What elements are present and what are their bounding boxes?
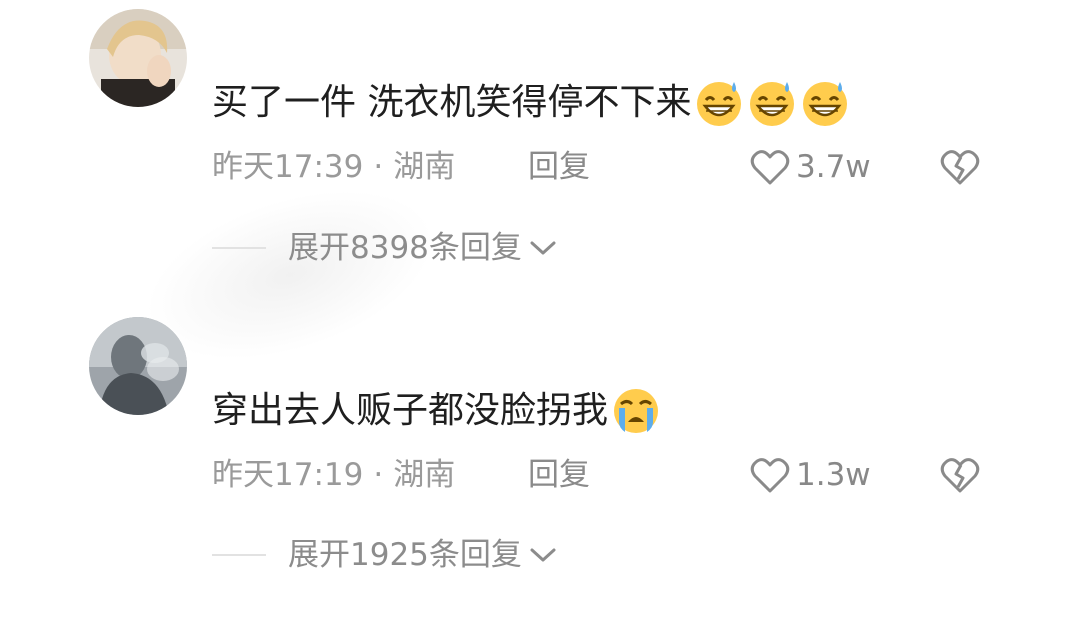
expand-divider [212, 247, 266, 249]
comment-time: 昨天17:19 [212, 457, 364, 493]
like-button[interactable]: 3.7w [750, 147, 871, 187]
avatar-photo-icon [89, 317, 187, 415]
reply-button[interactable]: 回复 [528, 455, 590, 495]
avatar-photo-icon [89, 9, 187, 107]
comment-time: 昨天17:39 [212, 149, 364, 185]
broken-heart-icon [940, 150, 980, 185]
comment-text: 买了一件 洗衣机笑得停不下来 [212, 78, 850, 128]
chevron-down-icon [530, 241, 556, 255]
comment-meta: 昨天17:39 · 湖南 [212, 147, 455, 187]
comment-meta: 昨天17:19 · 湖南 [212, 455, 455, 495]
expand-replies[interactable]: 展开1925条回复 [212, 535, 558, 575]
user-avatar[interactable] [89, 317, 187, 415]
comment-list: 买了一件 洗衣机笑得停不下来 昨天17:39 · 湖南 回复 3.7w 展开83… [0, 0, 1080, 620]
expand-replies[interactable]: 展开8398条回复 [212, 228, 558, 268]
loudly-crying-emoji-icon [614, 389, 659, 433]
chevron-down-icon [530, 548, 556, 562]
grinning-sweat-emoji-icon [750, 82, 795, 126]
heart-icon [750, 150, 790, 185]
dislike-button[interactable] [940, 148, 980, 190]
comment-body: 穿出去人贩子都没脸拐我 [212, 390, 609, 431]
broken-heart-icon [940, 458, 980, 493]
expand-replies-label: 展开1925条回复 [288, 537, 522, 573]
expand-divider [212, 554, 266, 556]
comment-location: 湖南 [393, 457, 456, 493]
like-count: 3.7w [796, 149, 871, 185]
dislike-button[interactable] [940, 456, 980, 498]
expand-replies-label: 展开8398条回复 [288, 230, 522, 266]
reply-button[interactable]: 回复 [528, 147, 590, 187]
heart-icon [750, 458, 790, 493]
like-button[interactable]: 1.3w [750, 455, 871, 495]
comment-body: 买了一件 洗衣机笑得停不下来 [212, 82, 692, 123]
user-avatar[interactable] [89, 9, 187, 107]
comment-location: 湖南 [393, 149, 456, 185]
grinning-sweat-emoji-icon [697, 82, 742, 126]
comment-text: 穿出去人贩子都没脸拐我 [212, 386, 661, 436]
meta-separator: · [373, 149, 384, 185]
meta-separator: · [373, 457, 384, 493]
like-count: 1.3w [796, 457, 871, 493]
grinning-sweat-emoji-icon [803, 82, 848, 126]
